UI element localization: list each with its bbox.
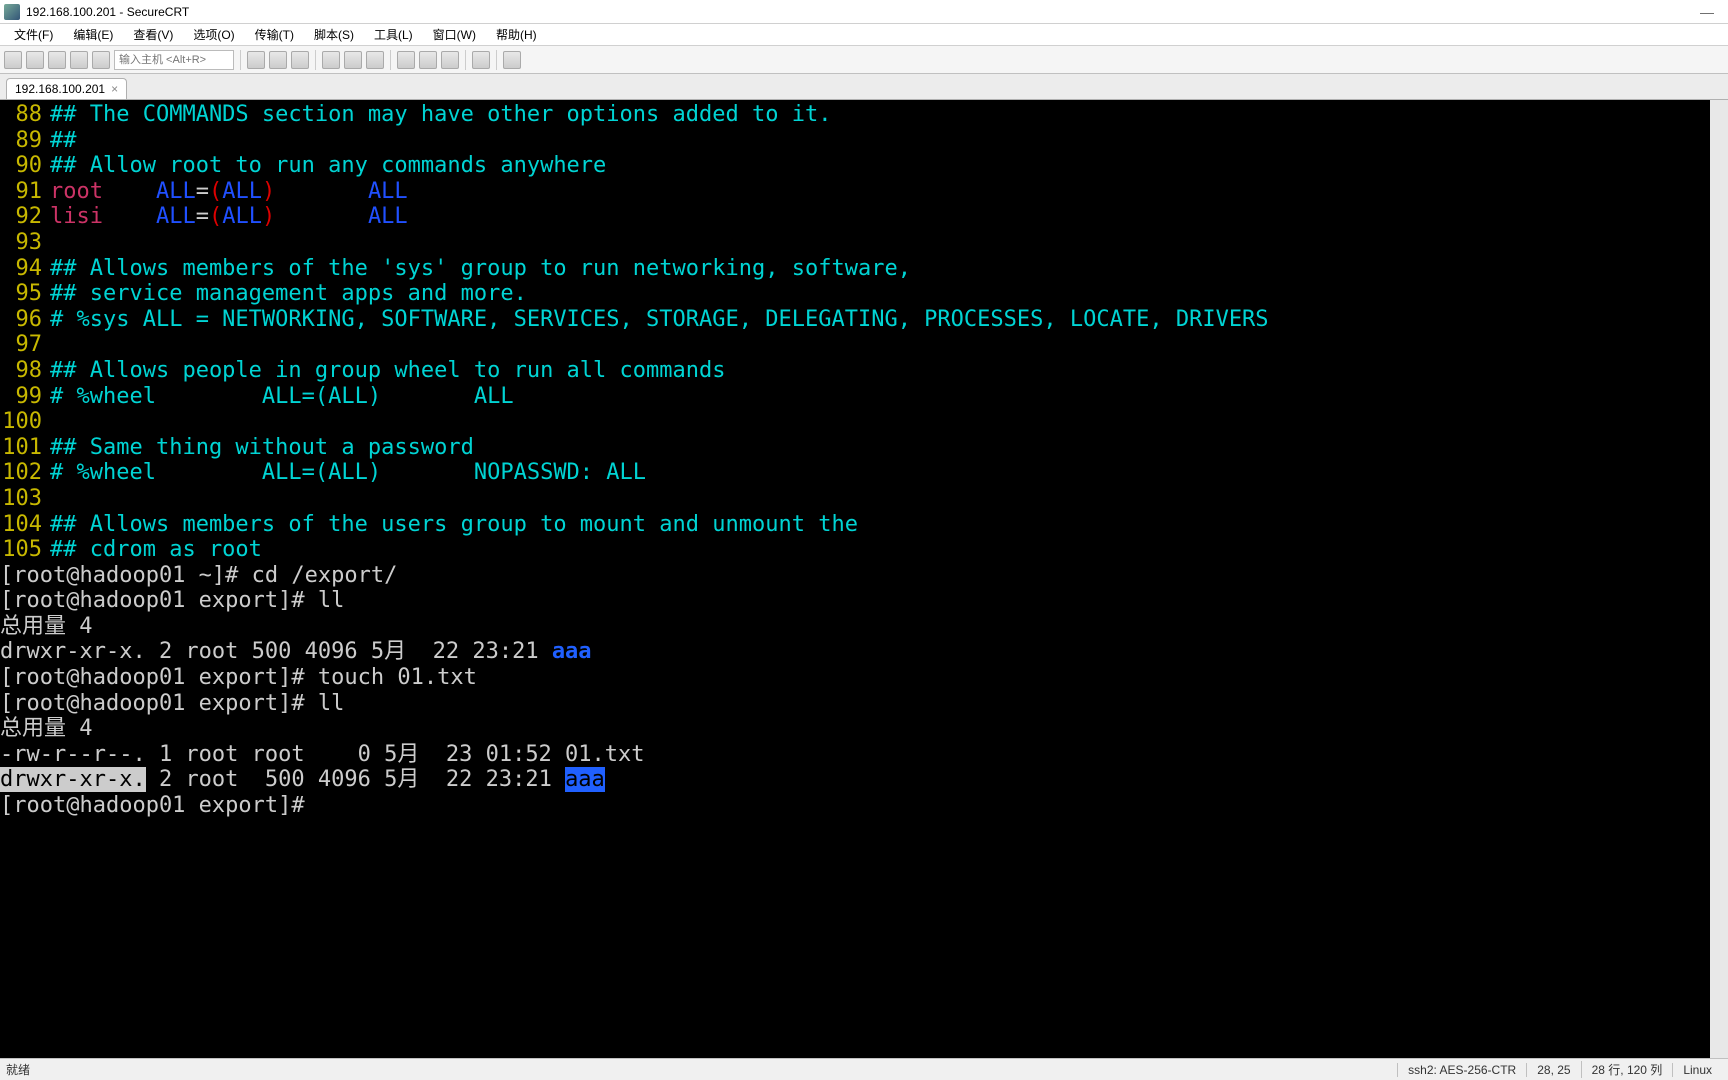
menu-options[interactable]: 选项(O) (183, 24, 244, 45)
separator (240, 50, 241, 70)
help-icon[interactable] (472, 51, 490, 69)
statusbar: 就绪 ssh2: AES-256-CTR 28, 25 28 行, 120 列 … (0, 1058, 1728, 1080)
menu-script[interactable]: 脚本(S) (304, 24, 364, 45)
disconnect-icon[interactable] (70, 51, 88, 69)
status-os: Linux (1672, 1063, 1722, 1077)
print-setup-icon[interactable] (344, 51, 362, 69)
separator (465, 50, 466, 70)
menu-tools[interactable]: 工具(L) (364, 24, 423, 45)
app-icon (4, 4, 20, 20)
status-cursor-pos: 28, 25 (1526, 1063, 1580, 1077)
key-icon[interactable] (441, 51, 459, 69)
status-protocol: ssh2: AES-256-CTR (1397, 1063, 1526, 1077)
separator (315, 50, 316, 70)
window-controls: — (1700, 4, 1724, 20)
options-icon[interactable] (419, 51, 437, 69)
print-icon[interactable] (322, 51, 340, 69)
quick-connect-icon[interactable] (26, 51, 44, 69)
connect-icon[interactable] (4, 51, 22, 69)
toolbar (0, 46, 1728, 74)
find-icon[interactable] (291, 51, 309, 69)
copy-icon[interactable] (247, 51, 265, 69)
host-input[interactable] (114, 50, 234, 70)
session-icon[interactable] (92, 51, 110, 69)
separator (390, 50, 391, 70)
log-icon[interactable] (397, 51, 415, 69)
menu-view[interactable]: 查看(V) (123, 24, 183, 45)
tab-label: 192.168.100.201 (15, 82, 105, 96)
close-icon[interactable]: × (111, 82, 118, 96)
menu-help[interactable]: 帮助(H) (486, 24, 547, 45)
status-ready: 就绪 (6, 1061, 30, 1078)
menu-edit[interactable]: 编辑(E) (63, 24, 123, 45)
tabbar: 192.168.100.201 × (0, 74, 1728, 100)
tile-icon[interactable] (503, 51, 521, 69)
window-title: 192.168.100.201 - SecureCRT (26, 5, 189, 19)
terminal[interactable]: 88## The COMMANDS section may have other… (0, 100, 1728, 1058)
printer-icon[interactable] (366, 51, 384, 69)
reconnect-icon[interactable] (48, 51, 66, 69)
session-tab[interactable]: 192.168.100.201 × (6, 78, 127, 99)
menu-window[interactable]: 窗口(W) (423, 24, 486, 45)
paste-icon[interactable] (269, 51, 287, 69)
minimize-icon[interactable]: — (1700, 4, 1714, 20)
menu-transfer[interactable]: 传输(T) (245, 24, 304, 45)
menu-file[interactable]: 文件(F) (4, 24, 63, 45)
separator (496, 50, 497, 70)
status-size: 28 行, 120 列 (1581, 1061, 1673, 1078)
titlebar: 192.168.100.201 - SecureCRT — (0, 0, 1728, 24)
menubar: 文件(F) 编辑(E) 查看(V) 选项(O) 传输(T) 脚本(S) 工具(L… (0, 24, 1728, 46)
